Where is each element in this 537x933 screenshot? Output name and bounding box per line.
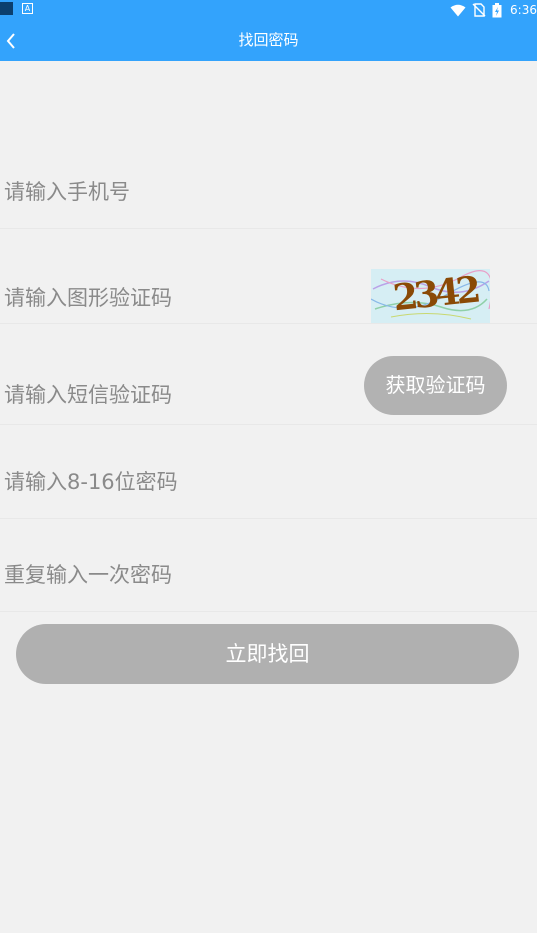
notification-icon <box>0 2 13 15</box>
title-bar: 找回密码 <box>0 20 537 61</box>
no-sim-icon <box>472 3 486 17</box>
app-notification-icon: A <box>22 3 33 14</box>
wifi-icon <box>450 4 466 16</box>
app-header: A 6:36 找回密码 <box>0 0 537 61</box>
get-sms-code-button[interactable]: 获取验证码 <box>364 356 507 415</box>
captcha-text: 2342 <box>391 269 480 320</box>
divider <box>0 228 537 229</box>
status-time: 6:36 <box>510 3 537 17</box>
phone-input[interactable] <box>4 174 354 210</box>
status-icons: 6:36 <box>450 1 537 19</box>
page-title: 找回密码 <box>238 31 299 49</box>
battery-charging-icon <box>492 2 502 17</box>
divider <box>0 424 537 425</box>
divider <box>0 323 537 324</box>
submit-button[interactable]: 立即找回 <box>16 624 519 684</box>
password-input[interactable] <box>4 464 354 500</box>
sms-code-input[interactable] <box>4 377 354 413</box>
password-repeat-input[interactable] <box>4 557 354 593</box>
divider <box>0 611 537 612</box>
password-row <box>0 464 537 504</box>
phone-row <box>0 174 537 214</box>
status-bar: A 6:36 <box>0 0 537 20</box>
captcha-input[interactable] <box>4 280 354 316</box>
captcha-image[interactable]: 2342 <box>371 269 490 323</box>
password-repeat-row <box>0 557 537 597</box>
divider <box>0 518 537 519</box>
